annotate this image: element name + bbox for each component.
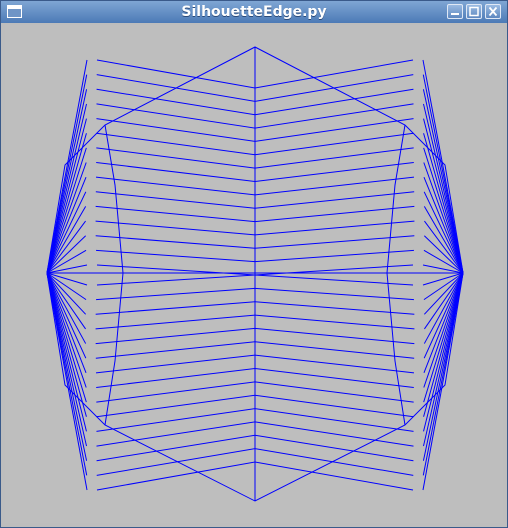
render-view[interactable] [5,25,503,523]
mesh-edge [422,272,464,491]
maximize-button[interactable] [466,4,482,19]
mesh-edge [46,272,88,491]
silhouette-wireframe [46,46,464,502]
mesh-edge [46,59,88,274]
close-button[interactable] [485,4,501,19]
title-bar[interactable]: SilhouetteEdge.py [1,1,507,23]
mesh-edge [423,162,464,274]
app-window: SilhouetteEdge.py [0,0,508,528]
mesh-edge [46,162,87,274]
window-title: SilhouetteEdge.py [181,4,327,20]
mesh-edge [423,272,464,403]
inner-right-curve [386,124,406,426]
minimize-button[interactable] [447,4,463,19]
mesh-edge [46,272,87,403]
mesh-edge [422,59,464,274]
inner-left-curve [104,124,124,426]
